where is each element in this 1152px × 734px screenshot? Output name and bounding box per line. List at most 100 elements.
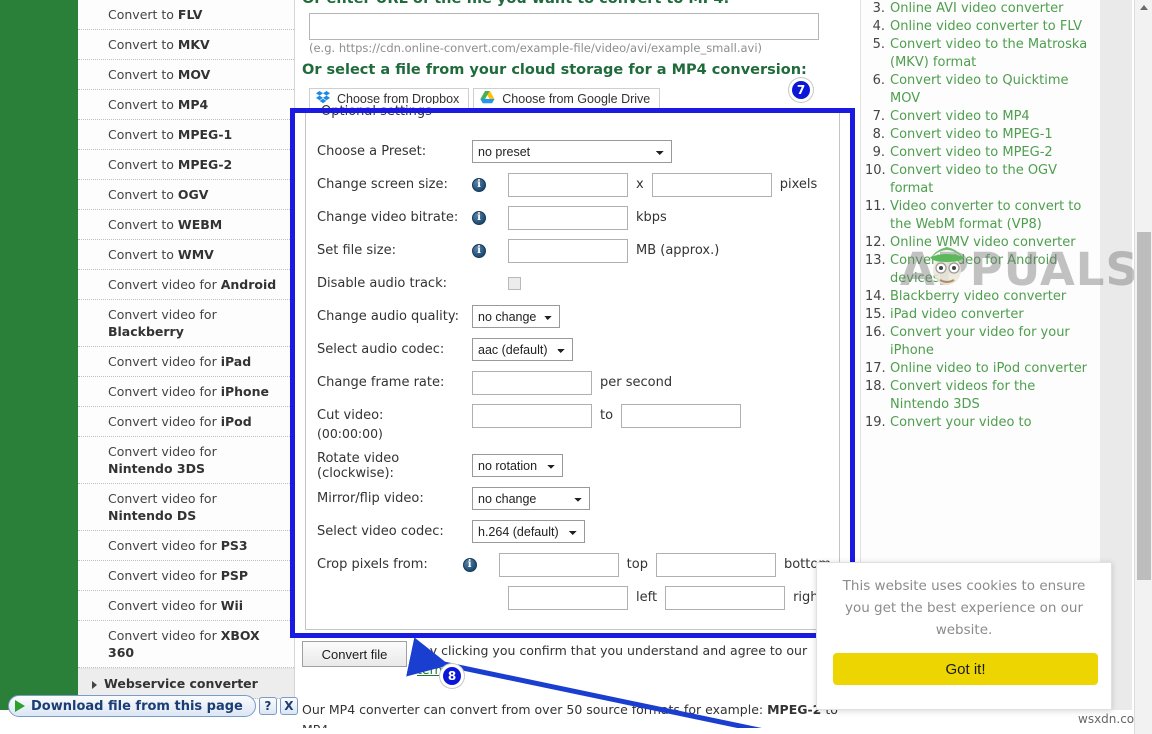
field-row-crop-top-bottom: Crop pixels from: i top bottom: [306, 548, 839, 581]
list-item-link[interactable]: Convert video to the Matroska (MKV) form…: [890, 36, 1090, 72]
cookie-accept-button[interactable]: Got it!: [833, 653, 1098, 685]
sidebar-item-format: iPod: [220, 414, 252, 429]
info-icon-crop[interactable]: i: [462, 557, 477, 572]
scrollbar-thumb[interactable]: [1137, 232, 1151, 580]
cut-video-to-input[interactable]: [621, 403, 742, 428]
related-converter-item[interactable]: 9. Convert video to MPEG-2: [861, 144, 1090, 162]
rotate-select[interactable]: no rotation: [472, 454, 563, 477]
sidebar-item-format: Android: [220, 277, 277, 292]
file-size-input[interactable]: [508, 238, 628, 263]
related-converter-item[interactable]: 12. Online WMV video converter: [861, 234, 1090, 252]
download-close-button[interactable]: X: [279, 697, 298, 715]
screen-width-input[interactable]: [508, 172, 628, 197]
url-input[interactable]: [309, 13, 819, 40]
video-codec-select[interactable]: h.264 (default): [472, 520, 585, 543]
scroll-up-arrow-icon[interactable]: [1140, 5, 1148, 10]
list-item-link[interactable]: Convert video to the OGV format: [890, 162, 1090, 198]
sidebar-item[interactable]: Convert video for iPod: [78, 407, 294, 437]
cut-video-from-input[interactable]: [472, 403, 592, 428]
list-item-link[interactable]: Video converter to convert to the WebM f…: [890, 198, 1090, 234]
list-item-link[interactable]: Blackberry video converter: [890, 288, 1066, 306]
page-scrollbar[interactable]: [1134, 0, 1152, 734]
frame-rate-label: Change frame rate:: [317, 375, 445, 390]
sidebar-item[interactable]: Convert video for iPhone: [78, 377, 294, 407]
field-row-audio-quality: Change audio quality: no change: [306, 300, 839, 333]
list-item-link[interactable]: Online video to iPod converter: [890, 360, 1087, 378]
url-hint-text: (e.g. https://cdn.online-convert.com/exa…: [309, 41, 763, 55]
frame-rate-input[interactable]: [472, 370, 592, 395]
list-item-link[interactable]: Online WMV video converter: [890, 234, 1076, 252]
sidebar-item[interactable]: Convert to WEBM: [78, 210, 294, 240]
related-converter-item[interactable]: 10. Convert video to the OGV format: [861, 162, 1090, 198]
list-item-link[interactable]: Convert video to MP4: [890, 108, 1030, 126]
list-item-link[interactable]: Convert video for Android devices: [890, 252, 1090, 288]
screen-height-input[interactable]: [651, 172, 772, 197]
crop-top-input[interactable]: [498, 552, 619, 577]
related-converter-item[interactable]: 14. Blackberry video converter: [861, 288, 1090, 306]
related-converter-item[interactable]: 7. Convert video to MP4: [861, 108, 1090, 126]
sidebar-item-prefix: Convert to: [108, 247, 178, 262]
choose-from-google-drive-button[interactable]: Choose from Google Drive: [473, 88, 661, 110]
sidebar-item[interactable]: Convert to WMV: [78, 240, 294, 270]
list-item-link[interactable]: Convert video to Quicktime MOV: [890, 72, 1090, 108]
sidebar-item[interactable]: Convert video for XBOX 360: [78, 621, 294, 668]
sidebar-item[interactable]: Convert video for Android: [78, 270, 294, 300]
related-converter-item[interactable]: 17. Online video to iPod converter: [861, 360, 1090, 378]
sidebar-item[interactable]: Convert to MPEG-2: [78, 150, 294, 180]
sidebar-item[interactable]: Convert to MKV: [78, 30, 294, 60]
preset-select[interactable]: no preset: [472, 140, 672, 163]
sidebar-item[interactable]: Convert to OGV: [78, 180, 294, 210]
list-item-link[interactable]: Convert your video for your iPhone: [890, 324, 1090, 360]
sidebar-item[interactable]: Convert video for Nintendo DS: [78, 484, 294, 531]
sidebar-item-format: WEBM: [177, 217, 223, 232]
disable-audio-checkbox[interactable]: [508, 277, 521, 290]
audio-codec-select[interactable]: aac (default): [472, 338, 573, 361]
sidebar-item[interactable]: Convert video for PS3: [78, 531, 294, 561]
info-icon-file-size[interactable]: i: [472, 243, 486, 258]
list-item-link[interactable]: Online AVI video converter: [890, 0, 1063, 18]
sidebar-item[interactable]: Convert to MOV: [78, 60, 294, 90]
list-item-link[interactable]: iPad video converter: [890, 306, 1024, 324]
related-converter-item[interactable]: 11. Video converter to convert to the Web…: [861, 198, 1090, 234]
crop-left-input[interactable]: [508, 585, 628, 610]
download-help-button[interactable]: ?: [258, 697, 277, 715]
related-converter-item[interactable]: 13. Convert video for Android devices: [861, 252, 1090, 288]
sidebar-item-format: PSP: [220, 568, 249, 583]
list-item-number: 18.: [865, 379, 886, 394]
mirror-select[interactable]: no change: [472, 487, 590, 510]
sidebar-item[interactable]: Convert video for Wii: [78, 591, 294, 621]
video-bitrate-input[interactable]: [508, 205, 628, 230]
audio-quality-select[interactable]: no change: [472, 305, 560, 328]
sidebar-item[interactable]: Convert to MPEG-1: [78, 120, 294, 150]
related-converters-list: 3. Online AVI video converter 4. Online vid…: [861, 0, 1100, 600]
download-file-button[interactable]: Download file from this page: [8, 695, 256, 717]
info-icon-screen-size[interactable]: i: [472, 177, 486, 192]
related-converter-item[interactable]: 16. Convert your video for your iPhone: [861, 324, 1090, 360]
convert-file-button[interactable]: Convert file: [302, 641, 407, 667]
sidebar-item[interactable]: Convert video for PSP: [78, 561, 294, 591]
sidebar-item[interactable]: Convert to FLV: [78, 0, 294, 30]
video-bitrate-label: Change video bitrate:: [317, 210, 459, 225]
info-icon-video-bitrate[interactable]: i: [472, 210, 486, 225]
list-item-link[interactable]: Convert videos for the Nintendo 3DS: [890, 378, 1090, 414]
related-converter-item[interactable]: 15. iPad video converter: [861, 306, 1090, 324]
sidebar-item[interactable]: Convert video for Nintendo 3DS: [78, 437, 294, 484]
sidebar-item[interactable]: Convert video for iPad: [78, 347, 294, 377]
related-converter-item[interactable]: 4. Online video converter to FLV: [861, 18, 1090, 36]
related-converter-item[interactable]: 5. Convert video to the Matroska (MKV) fo…: [861, 36, 1090, 72]
related-converter-item[interactable]: 8. Convert video to MPEG-1: [861, 126, 1090, 144]
crop-bottom-input[interactable]: [655, 552, 776, 577]
related-converter-item[interactable]: 19. Convert your video to: [861, 414, 1090, 432]
rotate-label: Rotate video (clockwise):: [317, 450, 400, 481]
list-item-link[interactable]: Convert video to MPEG-2: [890, 144, 1053, 162]
sidebar-item[interactable]: Convert to MP4: [78, 90, 294, 120]
sidebar-item[interactable]: Convert video for Blackberry: [78, 300, 294, 347]
list-item-link[interactable]: Convert your video to: [890, 414, 1032, 432]
list-item-link[interactable]: Online video converter to FLV: [890, 18, 1082, 36]
crop-right-input[interactable]: [665, 585, 786, 610]
list-item-link[interactable]: Convert video to MPEG-1: [890, 126, 1053, 144]
sidebar-item-prefix: Convert video for: [108, 538, 221, 553]
related-converter-item[interactable]: 3. Online AVI video converter: [861, 0, 1090, 18]
related-converter-item[interactable]: 18. Convert videos for the Nintendo 3DS: [861, 378, 1090, 414]
related-converter-item[interactable]: 6. Convert video to Quicktime MOV: [861, 72, 1090, 108]
